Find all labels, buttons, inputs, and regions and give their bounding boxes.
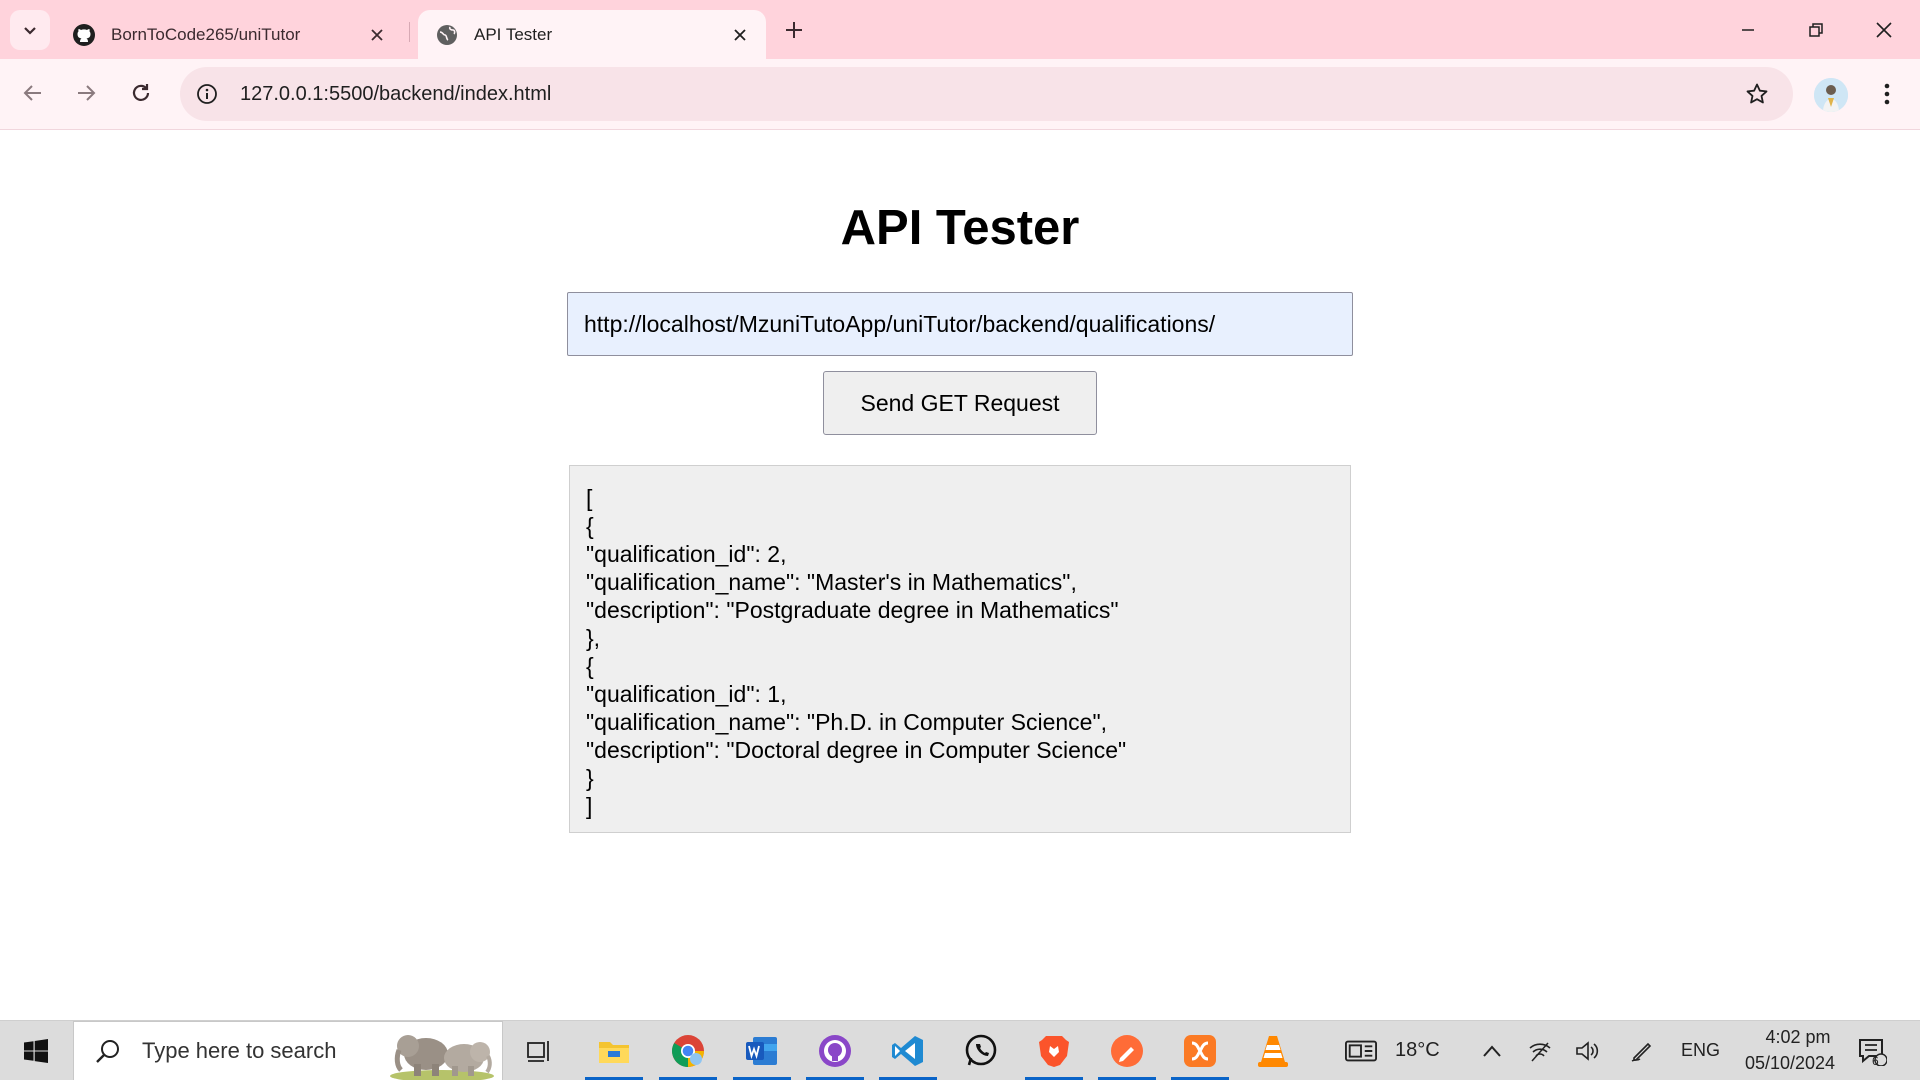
restore-icon [1809, 22, 1823, 37]
response-line: "qualification_id": 2, [586, 541, 787, 567]
language-indicator[interactable]: ENG [1681, 1040, 1720, 1061]
word-icon [746, 1037, 777, 1065]
response-line: { [586, 653, 594, 679]
tab-title: BornToCode265/uniTutor [111, 24, 301, 44]
bookmark-star-icon[interactable] [1739, 76, 1775, 112]
response-line: { [586, 513, 594, 539]
folder-icon [599, 1042, 629, 1063]
arrow-right-icon [78, 85, 96, 101]
close-icon[interactable] [365, 23, 389, 47]
weather-icon[interactable] [1345, 1035, 1377, 1067]
response-line: "description": "Postgraduate degree in M… [586, 597, 1119, 623]
response-line: "qualification_id": 1, [586, 681, 787, 707]
address-bar[interactable]: 127.0.0.1:5500/backend/index.html [180, 67, 1793, 121]
close-icon[interactable] [728, 23, 752, 47]
response-line: }, [586, 625, 601, 651]
elephants-illustration-icon [390, 1035, 494, 1080]
postman-icon [1111, 1035, 1143, 1067]
search-placeholder: Type here to search [142, 1038, 337, 1063]
response-line: } [586, 765, 594, 791]
reload-icon [132, 84, 150, 101]
back-button[interactable] [11, 71, 55, 115]
windows-taskbar: Type here to search 18°C ENG 4:02 pm 05/… [0, 1020, 1920, 1080]
minimize-button[interactable] [1714, 0, 1782, 59]
tab-api-tester[interactable]: API Tester [418, 10, 766, 59]
reload-button[interactable] [119, 71, 163, 115]
tab-divider [409, 22, 410, 42]
response-line: ] [586, 793, 593, 819]
github-desktop-button[interactable] [800, 1021, 870, 1080]
arrow-left-icon [23, 85, 41, 101]
response-output: [ { "qualification_id": 2, "qualificatio… [569, 465, 1351, 833]
restore-button[interactable] [1782, 0, 1850, 59]
tab-github[interactable]: BornToCode265/uniTutor [55, 10, 403, 59]
taskbar-search[interactable]: Type here to search [73, 1021, 503, 1080]
word-button[interactable] [727, 1021, 797, 1080]
tab-search-button[interactable] [10, 10, 50, 50]
chevron-down-icon [24, 27, 36, 35]
postman-button[interactable] [1092, 1021, 1162, 1080]
vscode-button[interactable] [873, 1021, 943, 1080]
send-get-request-button[interactable]: Send GET Request [823, 371, 1097, 435]
pen-icon[interactable] [1626, 1035, 1658, 1067]
weather-temperature[interactable]: 18°C [1395, 1039, 1440, 1062]
address-url[interactable]: 127.0.0.1:5500/backend/index.html [240, 83, 551, 106]
close-icon [1876, 21, 1892, 38]
tab-strip: BornToCode265/uniTutor API Tester [0, 0, 1920, 59]
github-desktop-icon [819, 1035, 851, 1067]
start-button[interactable] [10, 1031, 62, 1071]
globe-icon [434, 22, 460, 48]
info-icon[interactable] [186, 73, 228, 115]
chevron-up-icon[interactable] [1476, 1035, 1508, 1067]
vlc-icon [1258, 1036, 1288, 1067]
chrome-button[interactable] [653, 1021, 723, 1080]
windows-logo-icon [24, 1039, 48, 1063]
minimize-icon [1742, 28, 1754, 31]
task-view-button[interactable] [504, 1021, 574, 1080]
brave-button[interactable] [1019, 1021, 1089, 1080]
browser-toolbar: 127.0.0.1:5500/backend/index.html [0, 59, 1920, 130]
clock-date[interactable]: 05/10/2024 [1735, 1053, 1845, 1074]
response-line: "description": "Doctoral degree in Compu… [586, 737, 1127, 763]
close-window-button[interactable] [1850, 0, 1918, 59]
xampp-button[interactable] [1165, 1021, 1235, 1080]
file-explorer-button[interactable] [579, 1021, 649, 1080]
search-icon [88, 1031, 128, 1071]
response-line: "qualification_name": "Master's in Mathe… [586, 569, 1077, 595]
github-icon [71, 22, 97, 48]
notification-count-badge: 6 [1872, 1054, 1879, 1068]
forward-button[interactable] [64, 71, 108, 115]
network-icon[interactable] [1524, 1035, 1556, 1067]
response-line: "qualification_name": "Ph.D. in Computer… [586, 709, 1108, 735]
brave-icon [1039, 1036, 1069, 1067]
xampp-icon [1184, 1035, 1216, 1067]
vlc-button[interactable] [1238, 1021, 1308, 1080]
more-menu-icon[interactable] [1869, 76, 1905, 112]
chrome-icon [672, 1035, 704, 1067]
task-view-icon [527, 1041, 549, 1062]
page-title: API Tester [840, 201, 1080, 255]
new-tab-button[interactable] [776, 12, 812, 48]
profile-avatar[interactable] [1814, 78, 1848, 112]
whatsapp-icon [965, 1034, 997, 1066]
response-line: [ [586, 485, 593, 511]
api-url-input[interactable] [567, 292, 1353, 356]
vscode-icon [892, 1036, 923, 1066]
clock-time[interactable]: 4:02 pm [1750, 1027, 1846, 1048]
volume-icon[interactable] [1571, 1035, 1603, 1067]
whatsapp-button[interactable] [946, 1021, 1016, 1080]
plus-icon [786, 22, 802, 38]
tab-title: API Tester [474, 24, 553, 44]
